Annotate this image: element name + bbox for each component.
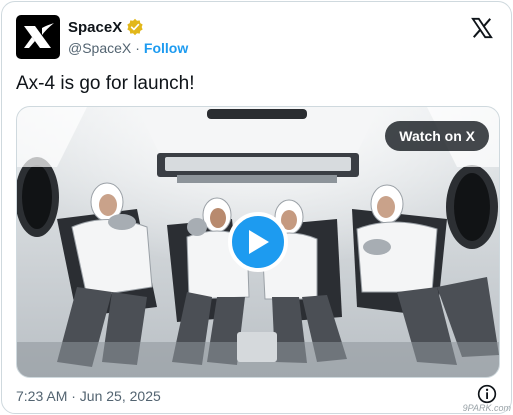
- x-logo-icon[interactable]: [471, 17, 493, 39]
- handle-row: @SpaceX · Follow: [68, 40, 188, 56]
- account-name-row: SpaceX: [68, 18, 144, 36]
- watermark: 9PARK.com: [462, 403, 511, 413]
- video-player[interactable]: Watch on X: [16, 106, 500, 378]
- avatar[interactable]: [16, 15, 60, 59]
- verified-badge-icon: [127, 18, 143, 36]
- account-handle[interactable]: @SpaceX: [68, 40, 131, 56]
- play-icon: [249, 230, 269, 254]
- play-button[interactable]: [228, 212, 288, 272]
- account-name[interactable]: SpaceX: [68, 19, 122, 36]
- tweet-text: Ax-4 is go for launch!: [16, 73, 195, 94]
- separator-dot: ·: [135, 40, 140, 56]
- spacex-x-logo-icon: [24, 23, 54, 48]
- info-icon[interactable]: [477, 384, 497, 404]
- watch-on-x-button[interactable]: Watch on X: [385, 121, 489, 151]
- tweet-timestamp[interactable]: 7:23 AM · Jun 25, 2025: [16, 388, 161, 404]
- follow-button[interactable]: Follow: [144, 40, 188, 56]
- tweet-card: SpaceX @SpaceX · Follow Ax-4 is go for l…: [1, 1, 512, 414]
